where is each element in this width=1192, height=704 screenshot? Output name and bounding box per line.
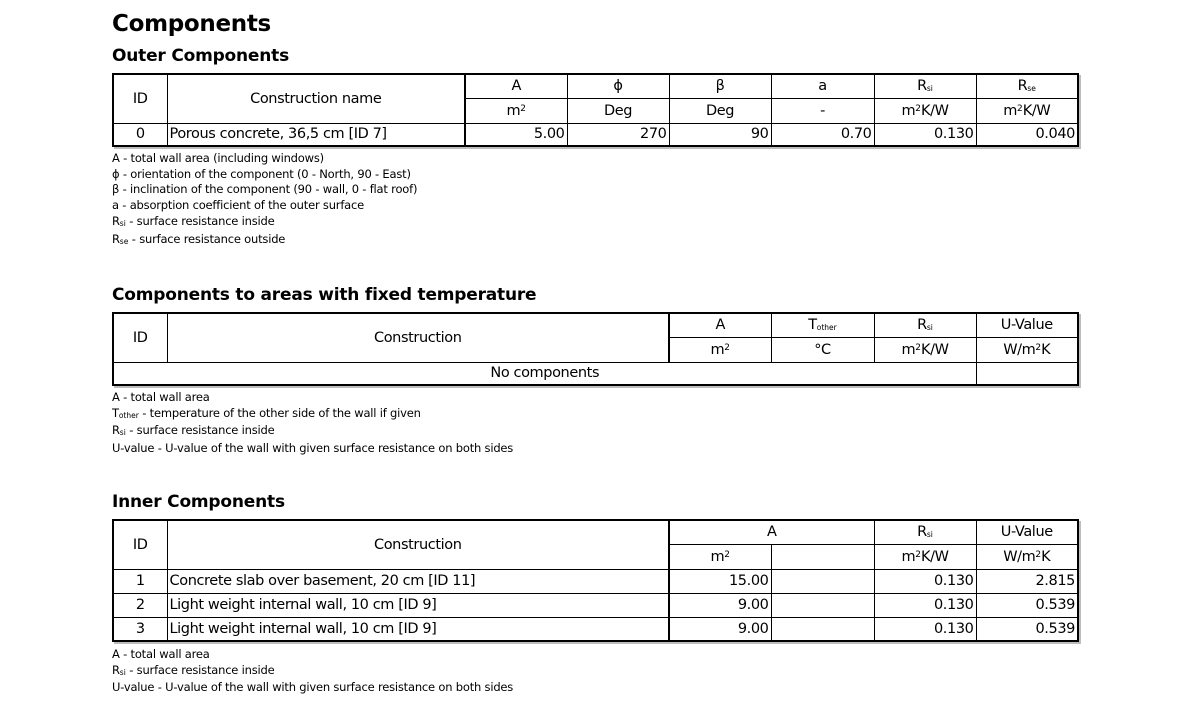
cell-area: 5.00 (464, 122, 568, 147)
legend-rsi: Rsi - surface resistance inside (112, 662, 275, 677)
col-header-rsi: Rsi (873, 73, 977, 99)
unit-rsi: m2K/W (873, 97, 977, 124)
col-header-id: ID (112, 73, 168, 124)
empty-row: No components (112, 361, 1079, 386)
outer-components-heading: Outer Components (112, 46, 290, 66)
cell-u-value: 2.815 (975, 568, 1079, 594)
cell-area: 9.00 (668, 592, 772, 618)
fixed-legend: A - total wall area Tother - temperature… (112, 390, 513, 457)
unit-area: m2 (668, 336, 772, 363)
cell-rsi: 0.130 (873, 122, 977, 147)
unit-rsi: m2K/W (873, 336, 977, 363)
legend-t-other: Tother - temperature of the other side o… (112, 405, 421, 420)
unit-absorption: - (770, 97, 875, 124)
cell-construction: Light weight internal wall, 10 cm [ID 9] (166, 592, 670, 618)
table-row: 0 Porous concrete, 36,5 cm [ID 7] 5.00 2… (112, 122, 1079, 147)
col-header-absorption: a (770, 73, 875, 99)
legend-rse: Rse - surface resistance outside (112, 231, 286, 246)
col-header-orientation: ϕ (566, 73, 670, 99)
unit-rse: m2K/W (975, 97, 1079, 124)
inner-components-heading: Inner Components (112, 492, 285, 512)
legend-u-value: U-value - U-value of the wall with given… (112, 680, 514, 695)
col-header-rse: Rse (975, 73, 1079, 99)
legend-rsi: Rsi - surface resistance inside (112, 213, 275, 228)
cell-absorption: 0.70 (770, 122, 875, 147)
cell-u-value: 0.539 (975, 616, 1079, 642)
col-header-rsi: Rsi (873, 519, 977, 545)
unit-blank (770, 543, 875, 570)
fixed-temperature-table: ID Construction A Tother Rsi U-Value m2 … (112, 312, 1079, 386)
cell-blank (770, 568, 875, 594)
col-header-area: A (668, 312, 772, 338)
cell-rsi: 0.130 (873, 568, 977, 594)
fixed-temperature-heading: Components to areas with fixed temperatu… (112, 285, 537, 305)
outer-components-table: ID Construction name A ϕ β a Rsi Rse m2 … (112, 73, 1079, 147)
col-header-u-value: U-Value (975, 519, 1079, 545)
inner-legend: A - total wall area Rsi - surface resist… (112, 647, 513, 696)
fixed-header-row-1: ID Construction A Tother Rsi U-Value (112, 312, 1079, 363)
unit-rsi: m2K/W (873, 543, 977, 570)
inner-header-row-1: ID Construction A Rsi U-Value (112, 519, 1079, 570)
col-header-construction: Construction (166, 519, 670, 570)
cell-blank (770, 616, 875, 642)
table-row: 1 Concrete slab over basement, 20 cm [ID… (112, 568, 1079, 594)
unit-orientation: Deg (566, 97, 670, 124)
cell-rsi: 0.130 (873, 592, 977, 618)
cell-id: 1 (112, 568, 168, 594)
cell-construction: Concrete slab over basement, 20 cm [ID 1… (166, 568, 670, 594)
no-components-message: No components (112, 361, 977, 386)
cell-rsi: 0.130 (873, 616, 977, 642)
unit-area: m2 (464, 97, 568, 124)
page-title: Components (112, 11, 271, 37)
cell-construction: Light weight internal wall, 10 cm [ID 9] (166, 616, 670, 642)
unit-area: m2 (668, 543, 772, 570)
table-row: 2 Light weight internal wall, 10 cm [ID … (112, 592, 1079, 618)
col-header-construction-name: Construction name (166, 73, 466, 124)
col-header-area: A (464, 73, 568, 99)
col-header-u-value: U-Value (975, 312, 1079, 338)
outer-header-row-1: ID Construction name A ϕ β a Rsi Rse (112, 73, 1079, 124)
unit-t-other: °C (770, 336, 875, 363)
cell-area: 9.00 (668, 616, 772, 642)
cell-orientation: 270 (566, 122, 670, 147)
cell-u-value: 0.539 (975, 592, 1079, 618)
cell-construction-name: Porous concrete, 36,5 cm [ID 7] (166, 122, 466, 147)
legend-rsi: Rsi - surface resistance inside (112, 423, 275, 438)
col-header-inclination: β (668, 73, 772, 99)
cell-id: 3 (112, 616, 168, 642)
inner-components-table: ID Construction A Rsi U-Value m2 m2K/W W… (112, 519, 1079, 642)
legend-area: A - total wall area (112, 390, 210, 404)
outer-legend: A - total wall area (including windows) … (112, 151, 417, 249)
legend-inclination: β - inclination of the component (90 - w… (112, 182, 418, 197)
cell-id: 2 (112, 592, 168, 618)
cell-u-value-empty (975, 361, 1079, 386)
unit-u-value: W/m2K (975, 336, 1079, 363)
legend-orientation: ϕ - orientation of the component (0 - No… (112, 166, 411, 181)
unit-u-value: W/m2K (975, 543, 1079, 570)
cell-id: 0 (112, 122, 168, 147)
col-header-id: ID (112, 312, 168, 363)
col-header-id: ID (112, 519, 168, 570)
legend-absorption: a - absorption coefficient of the outer … (112, 198, 365, 213)
col-header-rsi: Rsi (873, 312, 977, 338)
col-header-area: A (668, 519, 875, 545)
cell-inclination: 90 (668, 122, 772, 147)
cell-area: 15.00 (668, 568, 772, 594)
legend-area: A - total wall area (including windows) (112, 151, 324, 165)
table-row: 3 Light weight internal wall, 10 cm [ID … (112, 616, 1079, 642)
col-header-t-other: Tother (770, 312, 875, 338)
unit-inclination: Deg (668, 97, 772, 124)
legend-area: A - total wall area (112, 647, 210, 661)
legend-u-value: U-value - U-value of the wall with given… (112, 441, 514, 456)
col-header-construction: Construction (166, 312, 670, 363)
cell-rse: 0.040 (975, 122, 1079, 147)
cell-blank (770, 592, 875, 618)
